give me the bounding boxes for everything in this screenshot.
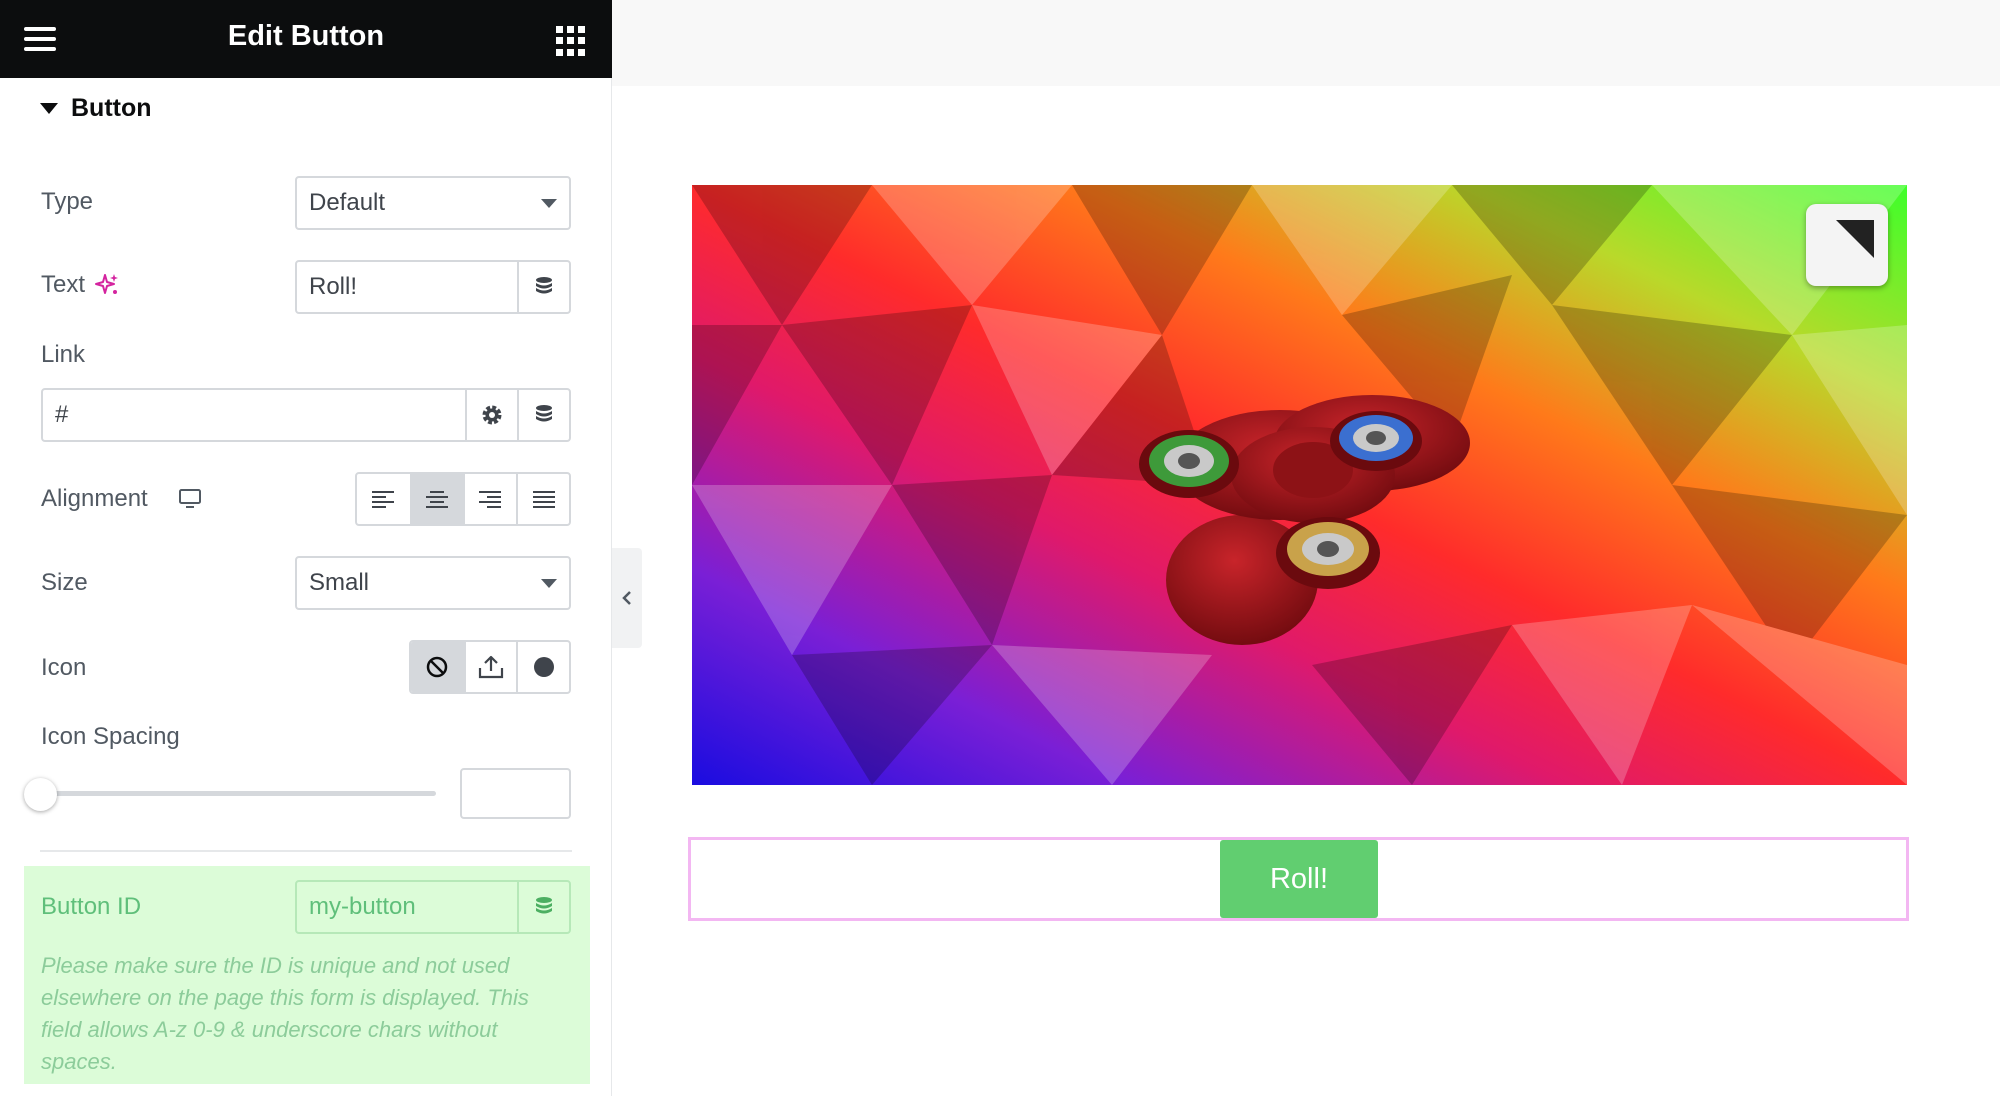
caret-down-icon bbox=[40, 102, 58, 114]
button-id-dynamic-tags-button[interactable] bbox=[517, 882, 569, 932]
roll-button[interactable]: Roll! bbox=[1220, 840, 1378, 918]
desktop-icon[interactable] bbox=[178, 488, 202, 510]
align-right-button[interactable] bbox=[462, 474, 516, 524]
size-select[interactable]: Small bbox=[295, 556, 571, 610]
ban-icon bbox=[427, 656, 448, 678]
icon-none-button[interactable] bbox=[411, 642, 464, 692]
alignment-label: Alignment bbox=[41, 485, 202, 513]
link-dynamic-tags-button[interactable] bbox=[517, 390, 569, 440]
chevron-down-icon bbox=[541, 578, 557, 588]
expand-corner-icon bbox=[1836, 220, 1874, 258]
type-select[interactable]: Default bbox=[295, 176, 571, 230]
icon-control bbox=[409, 640, 571, 694]
ai-sparkle-icon[interactable] bbox=[94, 272, 120, 298]
icon-library-button[interactable] bbox=[516, 642, 569, 692]
icon-spacing-slider[interactable] bbox=[40, 791, 436, 796]
fullscreen-button[interactable] bbox=[1806, 204, 1888, 286]
icon-label: Icon bbox=[41, 654, 86, 682]
preview-canvas bbox=[612, 0, 2000, 1096]
link-label: Link bbox=[41, 341, 85, 369]
button-id-label: Button ID bbox=[41, 893, 141, 921]
gear-icon bbox=[482, 405, 502, 425]
database-icon bbox=[536, 277, 552, 294]
text-label: Text bbox=[41, 271, 120, 299]
icon-spacing-input[interactable] bbox=[460, 768, 571, 819]
collapse-panel-button[interactable] bbox=[612, 548, 642, 648]
alignment-control bbox=[355, 472, 571, 526]
link-input[interactable]: # bbox=[41, 388, 571, 442]
database-icon bbox=[536, 405, 552, 422]
section-toggle-button[interactable]: Button bbox=[40, 92, 152, 124]
type-label: Type bbox=[41, 188, 93, 216]
button-id-input[interactable]: my-button bbox=[295, 880, 571, 934]
text-label-text: Text bbox=[41, 271, 86, 298]
section-title: Button bbox=[71, 93, 152, 122]
align-center-icon bbox=[426, 490, 449, 508]
editor-panel: Edit Button Button Type Default Text Rol… bbox=[0, 0, 612, 1096]
button-id-value: my-button bbox=[309, 893, 416, 920]
panel-header: Edit Button bbox=[0, 0, 612, 78]
type-select-value: Default bbox=[309, 189, 386, 216]
fidget-spinner-image bbox=[692, 185, 1907, 785]
align-center-button[interactable] bbox=[409, 474, 463, 524]
align-justify-icon bbox=[532, 490, 555, 508]
chevron-left-icon bbox=[622, 591, 631, 605]
slider-handle[interactable] bbox=[24, 778, 57, 811]
size-select-value: Small bbox=[309, 569, 370, 596]
hero-image bbox=[692, 185, 1907, 785]
canvas-top-strip bbox=[612, 0, 2000, 86]
chevron-down-icon bbox=[541, 198, 557, 208]
circle-icon bbox=[533, 657, 554, 677]
database-icon bbox=[536, 897, 552, 914]
panel-title: Edit Button bbox=[227, 20, 385, 52]
align-justify-button[interactable] bbox=[516, 474, 569, 524]
text-input[interactable]: Roll! bbox=[295, 260, 571, 314]
text-input-value: Roll! bbox=[309, 273, 358, 300]
size-label-text: Size bbox=[41, 569, 88, 596]
button-id-help-text: Please make sure the ID is unique and no… bbox=[41, 953, 529, 1074]
link-label-text: Link bbox=[41, 341, 86, 368]
divider bbox=[40, 850, 572, 852]
icon-upload-button[interactable] bbox=[463, 642, 517, 692]
align-right-icon bbox=[479, 490, 502, 508]
icon-spacing-label: Icon Spacing bbox=[41, 723, 180, 751]
alignment-label-text: Alignment bbox=[41, 485, 148, 512]
widgets-grid-icon[interactable] bbox=[556, 26, 586, 56]
size-label: Size bbox=[41, 569, 88, 597]
icon-spacing-label-text: Icon Spacing bbox=[41, 723, 180, 750]
type-label-text: Type bbox=[41, 188, 94, 215]
link-options-button[interactable] bbox=[465, 390, 517, 440]
icon-label-text: Icon bbox=[41, 654, 87, 681]
align-left-icon bbox=[372, 490, 395, 508]
align-left-button[interactable] bbox=[357, 474, 410, 524]
dynamic-tags-button[interactable] bbox=[517, 262, 569, 312]
upload-icon bbox=[478, 655, 504, 679]
link-input-value: # bbox=[55, 401, 69, 428]
button-id-label-text: Button ID bbox=[41, 893, 142, 920]
